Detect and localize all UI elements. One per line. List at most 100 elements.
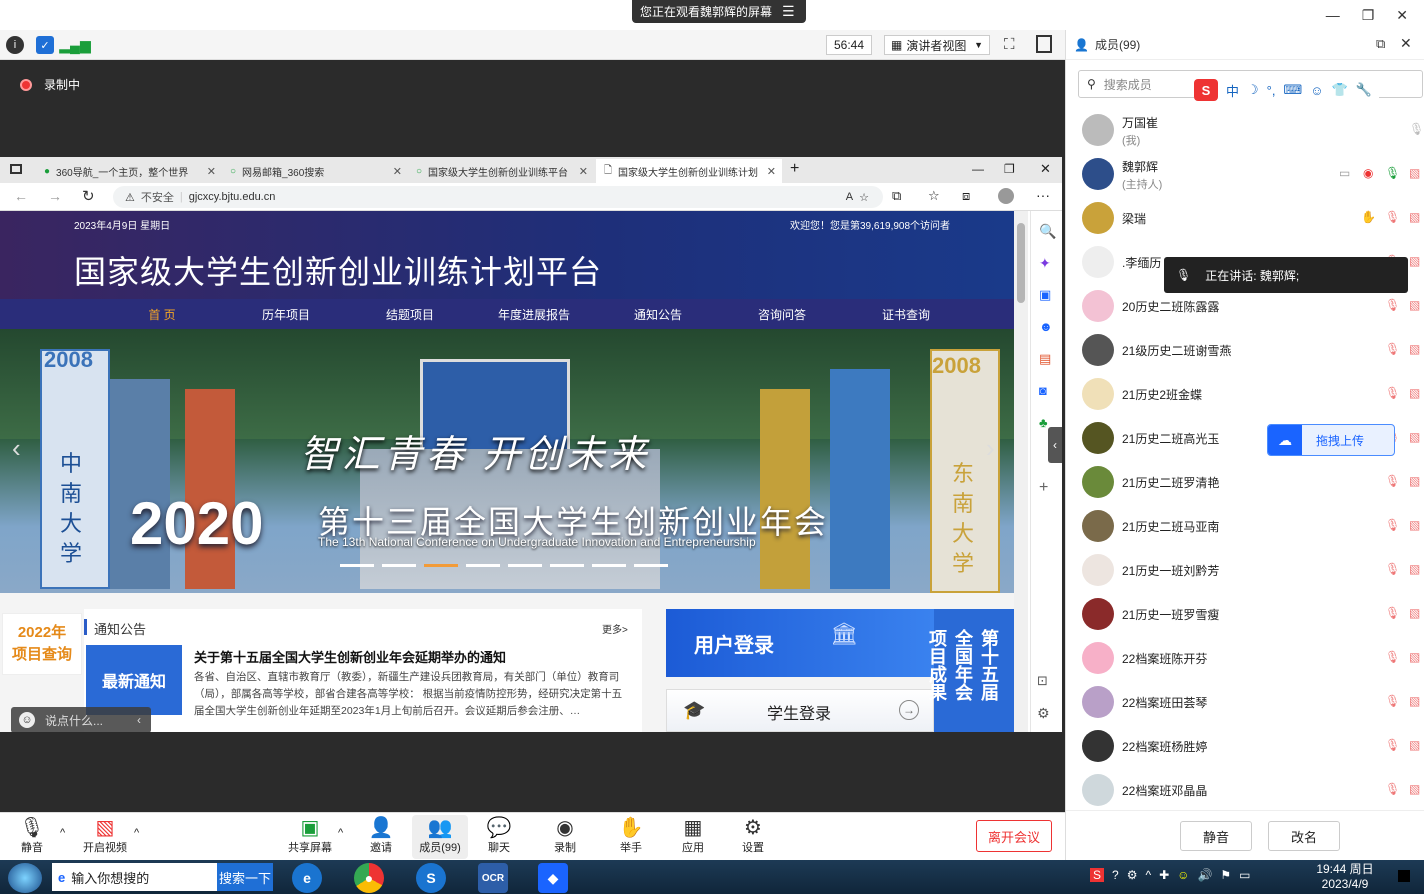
microphone-off-icon[interactable]: 🎙 [1385,782,1400,798]
mute-button[interactable]: 🎙 静音 [2,815,62,859]
tencent-meeting-icon[interactable]: ◆ [538,863,568,893]
collections-icon[interactable]: ⧈ [962,188,970,204]
people-icon[interactable]: ☻ [1039,319,1053,334]
slide-dot[interactable] [550,564,584,567]
camera-off-icon[interactable]: ▧ [1409,386,1423,402]
member-row[interactable]: 21历史2班金蝶 🎙 ▧ [1066,372,1424,416]
member-row[interactable]: 22档案班陈开芬 🎙 ▧ [1066,636,1424,680]
slide-dot[interactable] [592,564,626,567]
raise-hand-button[interactable]: ✋ 举手 [601,815,661,859]
camera-off-icon[interactable]: ▧ [1409,166,1423,182]
slide-dot[interactable] [340,564,374,567]
student-login-button[interactable]: 🎓 学生登录 → [666,689,934,732]
slide-dot[interactable] [508,564,542,567]
microphone-off-icon[interactable]: 🎙 [1385,210,1400,226]
split-screen-icon[interactable]: ⊡ [1037,673,1048,689]
record-button[interactable]: ◉ 录制 [535,815,595,859]
settings-button[interactable]: ⚙ 设置 [723,815,783,859]
next-slide-icon[interactable]: › [986,433,995,464]
signal-icon[interactable]: ▂▄▆ [59,36,90,54]
collapse-sidebar-icon[interactable]: ‹ [1048,427,1062,463]
flag-icon[interactable]: ⚑ [1220,868,1231,882]
refresh-icon[interactable]: ↻ [82,187,95,205]
gear-icon[interactable]: ⚙ [1037,705,1050,722]
member-row[interactable]: 21级历史二班谢雪燕 🎙 ▧ [1066,328,1424,372]
camera-off-icon[interactable]: ▧ [1409,342,1423,358]
shield-icon[interactable]: ✓ [36,36,54,54]
microphone-off-icon[interactable]: 🎙 [1385,738,1400,754]
ime-toolbar[interactable]: S 中 ☽ °, ⌨ ☺ 👕 🔧 [1194,76,1379,104]
help-icon[interactable]: ? [1112,868,1119,882]
nav-qa[interactable]: 咨询问答 [720,306,844,323]
member-row[interactable]: 梁瑞 ✋ 🎙 ▧ [1066,196,1424,240]
camera-off-icon[interactable]: ▧ [1409,210,1423,226]
chevron-left-icon[interactable]: ‹ [137,713,141,727]
minimize-icon[interactable]: — [972,162,984,176]
new-tab-icon[interactable]: + [790,160,799,178]
camera-off-icon[interactable]: ▧ [1409,298,1423,314]
prev-slide-icon[interactable]: ‹ [12,433,21,464]
more-link[interactable]: 更多> [602,621,628,636]
member-row[interactable]: 21历史二班罗清艳 🎙 ▧ [1066,460,1424,504]
mute-all-button[interactable]: 静音 [1180,821,1252,851]
menu-icon[interactable]: ☰ [782,3,795,20]
member-row[interactable]: 魏郭辉 (主持人) ▭ ◉ 🎙 ▧ [1066,152,1424,196]
notice-title[interactable]: 关于第十五届全国大学生创新创业年会延期举办的通知 [194,647,506,666]
emoji-icon[interactable]: ☺ [19,712,35,728]
restore-icon[interactable]: ❐ [1004,162,1015,176]
minimize-icon[interactable]: — [1326,7,1340,23]
nav-completed-projects[interactable]: 结题项目 [348,306,472,323]
back-icon[interactable]: ← [14,188,28,204]
microphone-off-icon[interactable]: 🎙 [1385,650,1400,666]
microphone-off-icon[interactable]: 🎙 [1385,342,1400,358]
drag-upload-widget[interactable]: ☁ 拖拽上传 [1267,424,1395,456]
camera-off-icon[interactable]: ▧ [1409,254,1423,270]
apps-button[interactable]: ▦ 应用 [663,815,723,859]
briefcase-icon[interactable]: ▣ [1039,287,1051,303]
microphone-off-icon[interactable]: 🎙 [1385,694,1400,710]
close-icon[interactable]: ✕ [579,165,588,178]
member-row[interactable]: 21历史一班罗雪瘦 🎙 ▧ [1066,592,1424,636]
camera-off-icon[interactable]: ▧ [1409,738,1423,754]
camera-off-icon[interactable]: ▧ [1409,562,1423,578]
favorites-icon[interactable]: ☆ [928,188,940,204]
microphone-off-icon[interactable]: 🎙 [1385,474,1400,490]
camera-off-icon[interactable]: ▧ [1409,474,1423,490]
chevron-up-icon[interactable]: ^ [134,827,139,839]
camera-off-icon[interactable]: ▧ [1409,518,1423,534]
network-icon[interactable]: ▭ [1239,868,1250,882]
sogou-browser-icon[interactable]: S [416,863,446,893]
tab-platform[interactable]: ○ 国家级大学生创新创业训练平台 ✕ [408,159,594,183]
tab-actions-icon[interactable] [10,164,22,174]
member-row[interactable]: 22档案班邓晶晶 🎙 ▧ [1066,768,1424,812]
profile-icon[interactable] [998,188,1014,204]
nav-home[interactable]: 首 页 [100,306,224,323]
fullscreen-icon[interactable]: ⛶ [1004,36,1015,53]
restore-icon[interactable]: ❐ [1362,7,1375,24]
sparkle-icon[interactable]: ✦ [1039,255,1051,272]
member-row[interactable]: 22档案班田荟琴 🎙 ▧ [1066,680,1424,724]
start-icon[interactable] [8,863,42,893]
invite-button[interactable]: 👤 邀请 [351,815,411,859]
nav-annual-report[interactable]: 年度进展报告 [472,306,596,323]
more-icon[interactable]: ··· [1036,187,1050,203]
leave-meeting-button[interactable]: 离开会议 [976,820,1052,852]
tab-mail-search[interactable]: ○ 网易邮箱_360搜索 ✕ [222,159,408,183]
microphone-off-icon[interactable]: 🎙 [1385,518,1400,534]
rename-button[interactable]: 改名 [1268,821,1340,851]
chrome-icon[interactable]: ● [354,863,384,893]
chevron-up-icon[interactable]: ^ [338,827,343,839]
url-field[interactable]: ⚠ 不安全 | gjcxcy.bjtu.edu.cn A ☆ [113,186,883,208]
taskbar-clock[interactable]: 19:44 周日 2023/4/9 [1300,862,1390,892]
add-icon[interactable]: + [1039,479,1048,497]
members-button[interactable]: 👥 成员(99) [412,815,468,859]
nav-certificate[interactable]: 证书查询 [844,306,968,323]
nav-past-projects[interactable]: 历年项目 [224,306,348,323]
microphone-off-icon[interactable]: 🎙 [1385,386,1400,402]
slide-dot[interactable] [466,564,500,567]
camera-off-icon[interactable]: ▧ [1409,694,1423,710]
page-scrollbar[interactable] [1014,211,1028,732]
video-button[interactable]: ▧ 开启视频 [75,815,135,859]
member-row[interactable]: 22档案班杨胜婷 🎙 ▧ [1066,724,1424,768]
sogou-tray-icon[interactable]: S [1090,868,1105,882]
